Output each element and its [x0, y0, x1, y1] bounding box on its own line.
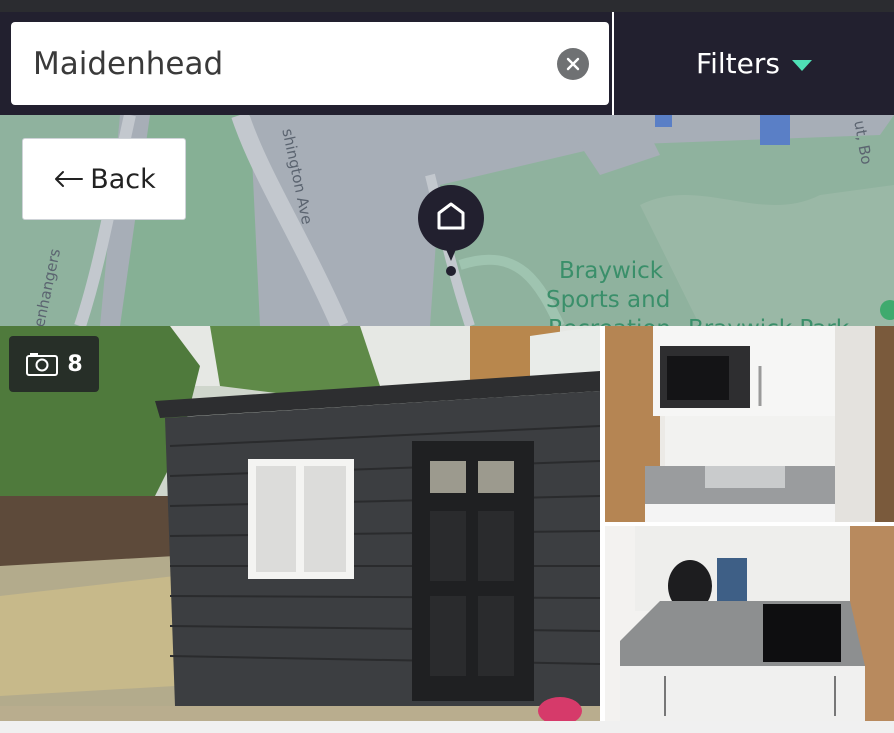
bottom-strip [0, 721, 894, 733]
close-icon[interactable] [557, 48, 589, 80]
search-input[interactable] [33, 22, 533, 105]
back-button[interactable]: Back [22, 138, 186, 220]
arrow-left-icon [55, 171, 84, 187]
place-label: Braywick [559, 258, 664, 284]
photo-gallery[interactable]: 8 [0, 326, 894, 721]
gallery-photo[interactable]: 8 [0, 326, 600, 721]
photo-count: 8 [67, 351, 83, 377]
photo-count-badge[interactable]: 8 [9, 336, 99, 392]
filters-button[interactable]: Filters [614, 12, 894, 115]
kitchen-hob-photo [605, 526, 894, 721]
search-box[interactable] [11, 22, 609, 105]
place-label: Sports and [546, 287, 671, 313]
kitchen-microwave-photo [605, 326, 894, 522]
home-icon[interactable] [416, 185, 486, 277]
caret-down-icon [791, 60, 812, 71]
filters-label: Filters [696, 47, 780, 80]
status-strip [0, 0, 894, 12]
map-view[interactable]: shington Ave enhangers ut, Bo Braywick S… [0, 115, 894, 326]
search-header: Filters [0, 12, 894, 115]
back-label: Back [90, 163, 156, 195]
gallery-photo[interactable] [605, 526, 894, 721]
place-label: Braywick Park [688, 315, 849, 326]
camera-icon [26, 353, 59, 376]
place-label: Recreation [548, 315, 671, 326]
gallery-photo[interactable] [605, 326, 894, 522]
